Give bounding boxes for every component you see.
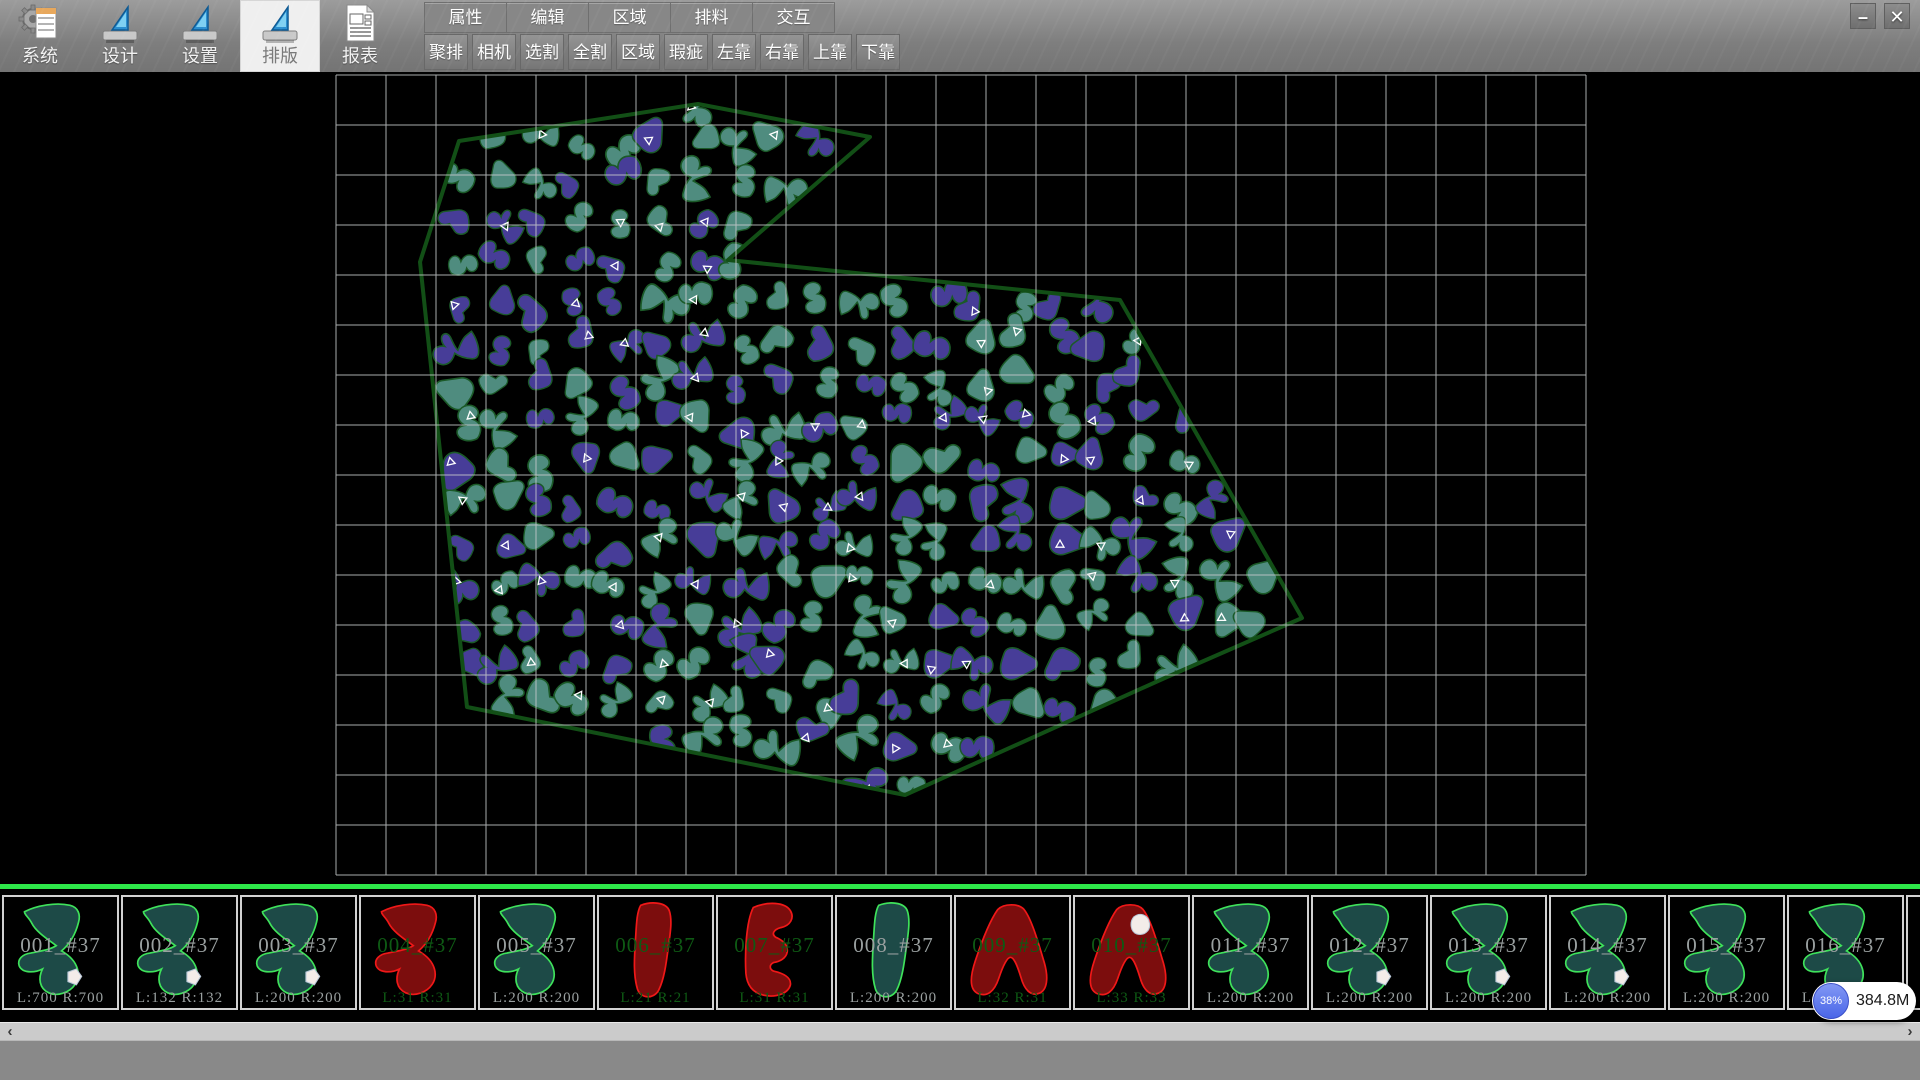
tool-button-defect[interactable]: 瑕疵: [664, 34, 708, 70]
thumbnail-cell[interactable]: 013_#37 L:200 R:200: [1430, 895, 1547, 1010]
status-bar: [0, 1040, 1920, 1080]
design-ruler-icon: [98, 1, 142, 45]
thumbnail-cell[interactable]: 010_#37 L:33 R:33: [1073, 895, 1190, 1010]
settings-ruler-icon: [178, 1, 222, 45]
menu-interact[interactable]: 交互: [753, 3, 834, 32]
report-doc-icon: [338, 1, 382, 45]
thumbnail-lr-count: L:200 R:200: [1432, 990, 1545, 1007]
mode-button-label: 设置: [182, 45, 218, 67]
mode-button-label: 系统: [22, 45, 58, 67]
mode-button-group: 系统 设计 设置 排版 报表: [0, 0, 400, 72]
thumbnail-cell[interactable]: 001_#37 L:700 R:700: [2, 895, 119, 1010]
piece-thumbnail-strip: 001_#37L:700 R:700002_#37L:132 R:132003_…: [0, 884, 1920, 1022]
nesting-layout-svg: [0, 72, 1920, 884]
mode-button-settings[interactable]: 设置: [160, 0, 240, 72]
menu-edit[interactable]: 编辑: [507, 3, 589, 32]
menu-nest[interactable]: 排料: [671, 3, 753, 32]
tool-button-cut-all[interactable]: 全割: [568, 34, 612, 70]
thumbnail-label: 016_#37: [1789, 933, 1902, 958]
tool-button-camera[interactable]: 相机: [472, 34, 516, 70]
tool-button-snap-left[interactable]: 左靠: [712, 34, 756, 70]
thumbnail-cell[interactable]: 007_#37 L:31 R:31: [716, 895, 833, 1010]
thumbnail-lr-count: L:31 R:31: [718, 990, 831, 1007]
thumbnail-label: 002_#37: [123, 933, 236, 958]
thumbnail-label: 001_#37: [4, 933, 117, 958]
thumbnail-lr-count: L:21 R:21: [599, 990, 712, 1007]
mode-button-label: 报表: [342, 45, 378, 67]
thumbnail-lr-count: L:700 R:700: [4, 990, 117, 1007]
thumbnail-lr-count: L:32 R:31: [956, 990, 1069, 1007]
scroll-left-icon[interactable]: ‹: [2, 1023, 18, 1041]
mode-button-label: 设计: [102, 45, 138, 67]
thumbnail-lr-count: L:200 R:200: [1551, 990, 1664, 1007]
thumbnail-lr-count: L:31 R:31: [361, 990, 474, 1007]
mode-button-nesting[interactable]: 排版: [240, 0, 320, 72]
thumbnail-lr-count: L:200 R:200: [242, 990, 355, 1007]
thumbnail-cell[interactable]: 015_#37 L:200 R:200: [1668, 895, 1785, 1010]
nesting-canvas[interactable]: [0, 72, 1920, 884]
close-button[interactable]: ✕: [1884, 3, 1910, 29]
thumbnail-label: 004_#37: [361, 933, 474, 958]
mode-button-label: 排版: [262, 45, 298, 67]
thumbnail-label: 009_#37: [956, 933, 1069, 958]
scroll-right-icon[interactable]: ›: [1902, 1023, 1918, 1041]
thumbnail-cell[interactable]: 006_#37 L:21 R:21: [597, 895, 714, 1010]
thumbnail-cell[interactable]: 014_#37 L:200 R:200: [1549, 895, 1666, 1010]
thumbnail-cell[interactable]: 009_#37 L:32 R:31: [954, 895, 1071, 1010]
thumbnail-label: 006_#37: [599, 933, 712, 958]
tool-button-region[interactable]: 区域: [616, 34, 660, 70]
thumbnail-cell[interactable]: 005_#37 L:200 R:200: [478, 895, 595, 1010]
thumbnail-label: 007_#37: [718, 933, 831, 958]
thumbnail-label: 015_#37: [1670, 933, 1783, 958]
tool-button-cluster-nest[interactable]: 聚排: [424, 34, 468, 70]
thumbnail-label: 011_#37: [1194, 933, 1307, 958]
mode-button-report[interactable]: 报表: [320, 0, 400, 72]
system-gear-icon: [18, 1, 62, 45]
nesting-ruler-icon: [258, 1, 302, 45]
top-toolbar: 系统 设计 设置 排版 报表 属性编辑区域排料交互 聚排相机选割全割区域瑕疵左靠右靠上靠…: [0, 0, 1920, 72]
thumbnail-lr-count: L:132 R:132: [123, 990, 236, 1007]
thumbnail-cell[interactable]: 012_#37 L:200 R:200: [1311, 895, 1428, 1010]
tool-button-row: 聚排相机选割全割区域瑕疵左靠右靠上靠下靠: [424, 34, 900, 70]
menu-properties[interactable]: 属性: [425, 3, 507, 32]
thumbnail-label: 017_#37: [1908, 933, 1920, 958]
progress-percent-badge: 38%: [1813, 983, 1849, 1019]
tool-button-snap-top[interactable]: 上靠: [808, 34, 852, 70]
thumbnail-label: 005_#37: [480, 933, 593, 958]
tool-button-select-cut[interactable]: 选割: [520, 34, 564, 70]
strip-separator-line: [0, 884, 1920, 889]
horizontal-scrollbar[interactable]: ‹ ›: [0, 1022, 1920, 1040]
thumbnail-label: 010_#37: [1075, 933, 1188, 958]
thumbnail-lr-count: L:200 R:200: [1194, 990, 1307, 1007]
window-controls: – ✕: [1850, 3, 1910, 29]
thumbnail-lr-count: L:200 R:200: [1313, 990, 1426, 1007]
thumbnail-cell[interactable]: 011_#37 L:200 R:200: [1192, 895, 1309, 1010]
tool-button-snap-right[interactable]: 右靠: [760, 34, 804, 70]
thumbnail-cell[interactable]: 003_#37 L:200 R:200: [240, 895, 357, 1010]
menu-bar: 属性编辑区域排料交互: [424, 2, 835, 33]
progress-badge: 38% 384.8M: [1812, 982, 1916, 1020]
mode-button-system[interactable]: 系统: [0, 0, 80, 72]
thumbnail-lr-count: L:200 R:200: [837, 990, 950, 1007]
thumbnail-label: 003_#37: [242, 933, 355, 958]
memory-usage-label: 384.8M: [1856, 982, 1909, 1020]
minimize-button[interactable]: –: [1850, 3, 1876, 29]
thumbnail-cell[interactable]: 008_#37 L:200 R:200: [835, 895, 952, 1010]
thumbnail-label: 012_#37: [1313, 933, 1426, 958]
thumbnail-lr-count: L:33 R:33: [1075, 990, 1188, 1007]
thumbnail-lr-count: L:200 R:200: [480, 990, 593, 1007]
thumbnail-label: 014_#37: [1551, 933, 1664, 958]
mode-button-design[interactable]: 设计: [80, 0, 160, 72]
thumbnail-label: 008_#37: [837, 933, 950, 958]
thumbnail-lr-count: L:200 R:200: [1670, 990, 1783, 1007]
thumbnail-cell[interactable]: 002_#37 L:132 R:132: [121, 895, 238, 1010]
thumbnail-label: 013_#37: [1432, 933, 1545, 958]
tool-button-snap-bottom[interactable]: 下靠: [856, 34, 900, 70]
thumbnail-list: 001_#37L:700 R:700002_#37L:132 R:132003_…: [2, 895, 1920, 1010]
thumbnail-cell[interactable]: 004_#37 L:31 R:31: [359, 895, 476, 1010]
menu-region[interactable]: 区域: [589, 3, 671, 32]
